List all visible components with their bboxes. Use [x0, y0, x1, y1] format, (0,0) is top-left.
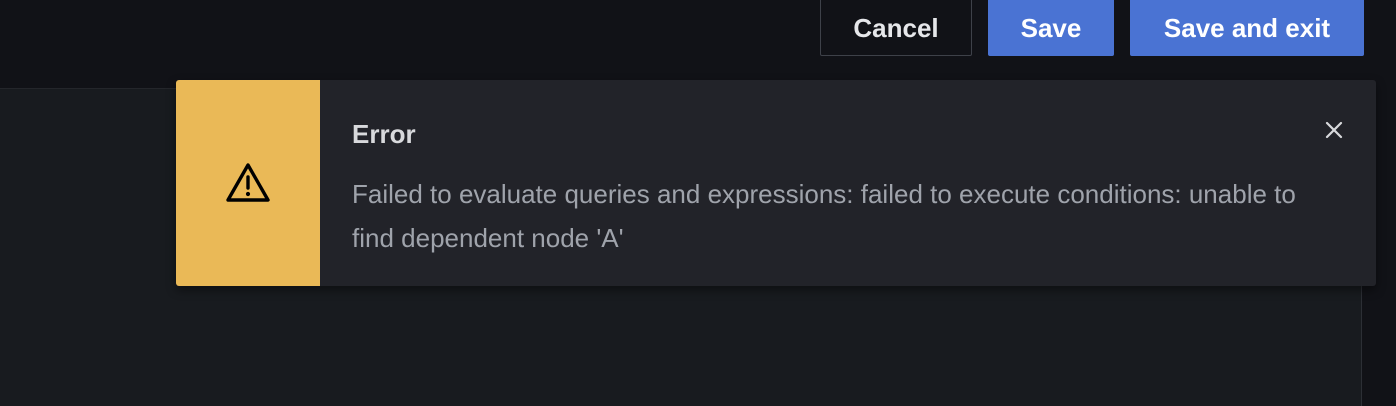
error-alert: Error Failed to evaluate queries and exp…	[176, 80, 1376, 286]
alert-icon-box	[176, 80, 320, 286]
close-icon	[1325, 121, 1343, 139]
top-toolbar: Cancel Save Save and exit	[0, 0, 1396, 88]
save-button[interactable]: Save	[988, 0, 1114, 56]
save-and-exit-button[interactable]: Save and exit	[1130, 0, 1364, 56]
exclamation-triangle-icon	[226, 163, 270, 202]
alert-title: Error	[352, 119, 416, 149]
alert-close-button[interactable]	[1320, 116, 1348, 144]
alert-message: Failed to evaluate queries and expressio…	[352, 179, 1296, 253]
cancel-button[interactable]: Cancel	[820, 0, 972, 56]
